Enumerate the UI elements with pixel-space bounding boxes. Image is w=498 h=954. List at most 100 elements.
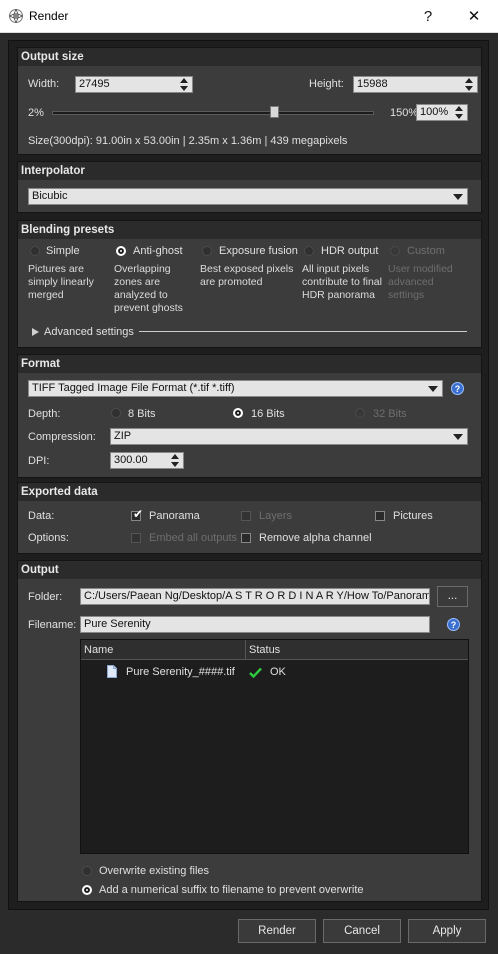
section-header: Blending presets bbox=[18, 221, 481, 239]
help-icon[interactable]: ? bbox=[451, 382, 464, 395]
column-status[interactable]: Status bbox=[249, 644, 280, 656]
radio-depth-8[interactable] bbox=[111, 408, 121, 418]
remove-alpha-label[interactable]: Remove alpha channel bbox=[259, 532, 372, 544]
zoom-field[interactable]: 100% bbox=[416, 104, 468, 121]
preset-custom-desc: User modified advanced settings bbox=[388, 263, 453, 301]
advanced-settings-toggle[interactable]: Advanced settings bbox=[44, 326, 134, 338]
checkmark-icon: ✔ bbox=[133, 507, 144, 521]
filename-field[interactable]: Pure Serenity bbox=[80, 616, 430, 633]
radio-exposure-fusion[interactable] bbox=[202, 246, 212, 256]
overwrite-label[interactable]: Overwrite existing files bbox=[99, 865, 209, 877]
render-button[interactable]: Render bbox=[238, 919, 316, 943]
panorama-label[interactable]: Panorama bbox=[149, 510, 200, 522]
preset-simple-label[interactable]: Simple bbox=[46, 245, 80, 257]
pictures-checkbox[interactable] bbox=[375, 511, 385, 521]
compression-label: Compression: bbox=[28, 431, 96, 443]
filename-label: Filename: bbox=[28, 619, 77, 631]
radio-add-suffix[interactable] bbox=[82, 885, 92, 895]
chevron-down-icon[interactable] bbox=[453, 434, 463, 440]
chevron-down-icon[interactable] bbox=[453, 194, 463, 200]
interpolator-section: Interpolator Bicubic bbox=[17, 161, 482, 213]
panorama-checkbox[interactable]: ✔ bbox=[131, 507, 144, 521]
exported-data-section: Exported data Data: ✔ Panorama Layers Pi… bbox=[17, 482, 482, 554]
section-header: Output bbox=[18, 561, 481, 579]
compression-dropdown[interactable]: ZIP bbox=[110, 428, 468, 445]
suffix-label[interactable]: Add a numerical suffix to filename to pr… bbox=[99, 884, 364, 896]
depth-32-label[interactable]: 32 Bits bbox=[373, 408, 407, 420]
section-header: Interpolator bbox=[18, 162, 481, 180]
close-button[interactable]: ✕ bbox=[452, 0, 496, 33]
dpi-field[interactable]: 300.00 bbox=[110, 452, 184, 469]
interpolator-dropdown[interactable]: Bicubic bbox=[28, 188, 468, 205]
render-dialog: Output size Width: 27495 Height: 15988 2… bbox=[8, 40, 489, 910]
scale-slider-handle[interactable] bbox=[270, 106, 280, 118]
window-title: Render bbox=[29, 9, 69, 23]
format-dropdown[interactable]: TIFF Tagged Image File Format (*.tif *.t… bbox=[28, 380, 443, 397]
spin-arrows-icon[interactable] bbox=[171, 454, 180, 467]
pictures-label[interactable]: Pictures bbox=[393, 510, 433, 522]
spin-arrows-icon[interactable] bbox=[465, 78, 474, 91]
preset-anti-ghost-label[interactable]: Anti-ghost bbox=[133, 245, 183, 257]
file-icon bbox=[107, 665, 117, 678]
width-field[interactable]: 27495 bbox=[75, 76, 193, 93]
radio-hdr-output[interactable] bbox=[304, 246, 314, 256]
size-info: Size(300dpi): 91.00in x 53.00in | 2.35m … bbox=[28, 135, 348, 147]
preset-custom-label[interactable]: Custom bbox=[407, 245, 445, 257]
section-header: Output size bbox=[18, 48, 481, 66]
output-files-table: Name Status Pure Serenity_####.tif OK bbox=[80, 639, 469, 854]
blending-section: Blending presets Simple Pictures are sim… bbox=[17, 220, 482, 348]
radio-simple[interactable] bbox=[30, 246, 40, 256]
remove-alpha-checkbox[interactable] bbox=[241, 533, 251, 543]
help-button[interactable]: ? bbox=[406, 0, 450, 33]
section-header: Exported data bbox=[18, 483, 481, 501]
row-filename: Pure Serenity_####.tif bbox=[126, 666, 235, 678]
scale-slider-track[interactable] bbox=[52, 111, 374, 115]
preset-simple-desc: Pictures are simply linearly merged bbox=[28, 263, 94, 301]
title-bar: Render ? ✕ bbox=[0, 0, 498, 33]
scale-max-label: 150% bbox=[390, 107, 419, 119]
depth-label: Depth: bbox=[28, 408, 61, 420]
browse-button[interactable]: ... bbox=[437, 586, 468, 607]
ok-check-icon bbox=[249, 667, 262, 678]
spin-arrows-icon[interactable] bbox=[180, 78, 189, 91]
data-label: Data: bbox=[28, 510, 55, 522]
radio-depth-16[interactable] bbox=[233, 408, 243, 418]
options-label: Options: bbox=[28, 532, 69, 544]
output-section: Output Folder: C:/Users/Paean Ng/Desktop… bbox=[17, 560, 482, 902]
radio-custom[interactable] bbox=[390, 246, 400, 256]
radio-depth-32[interactable] bbox=[355, 408, 365, 418]
preset-exposure-fusion-label[interactable]: Exposure fusion bbox=[219, 245, 298, 257]
depth-8-label[interactable]: 8 Bits bbox=[128, 408, 156, 420]
height-field[interactable]: 15988 bbox=[353, 76, 478, 93]
embed-checkbox[interactable] bbox=[131, 533, 141, 543]
spin-arrows-icon[interactable] bbox=[455, 106, 464, 119]
chevron-down-icon[interactable] bbox=[428, 386, 438, 392]
table-row[interactable]: Pure Serenity_####.tif OK bbox=[81, 662, 468, 682]
cancel-button[interactable]: Cancel bbox=[323, 919, 401, 943]
preset-hdr-output-desc: All input pixels contribute to final HDR… bbox=[302, 263, 382, 301]
radio-overwrite[interactable] bbox=[82, 866, 92, 876]
help-icon[interactable]: ? bbox=[447, 618, 460, 631]
width-label: Width: bbox=[28, 78, 60, 90]
preset-exposure-fusion-desc: Best exposed pixels are promoted bbox=[200, 263, 294, 288]
scale-min-label: 2% bbox=[28, 107, 44, 119]
preset-anti-ghost-desc: Overlapping zones are analyzed to preven… bbox=[114, 263, 183, 314]
column-name[interactable]: Name bbox=[84, 644, 113, 656]
preset-hdr-output-label[interactable]: HDR output bbox=[321, 245, 378, 257]
depth-16-label[interactable]: 16 Bits bbox=[251, 408, 285, 420]
radio-anti-ghost[interactable] bbox=[116, 246, 126, 256]
row-status: OK bbox=[270, 666, 286, 678]
output-size-section: Output size Width: 27495 Height: 15988 2… bbox=[17, 47, 482, 155]
dpi-label: DPI: bbox=[28, 455, 50, 467]
apply-button[interactable]: Apply bbox=[408, 919, 486, 943]
divider bbox=[139, 331, 467, 332]
height-label: Height: bbox=[309, 78, 344, 90]
section-header: Format bbox=[18, 355, 481, 373]
expand-arrow-icon[interactable] bbox=[32, 328, 39, 336]
app-icon bbox=[9, 9, 23, 23]
embed-label[interactable]: Embed all outputs bbox=[149, 532, 237, 544]
folder-field[interactable]: C:/Users/Paean Ng/Desktop/A S T R O R D … bbox=[80, 588, 430, 605]
layers-label[interactable]: Layers bbox=[259, 510, 292, 522]
table-header: Name Status bbox=[81, 640, 468, 660]
layers-checkbox[interactable] bbox=[241, 511, 251, 521]
